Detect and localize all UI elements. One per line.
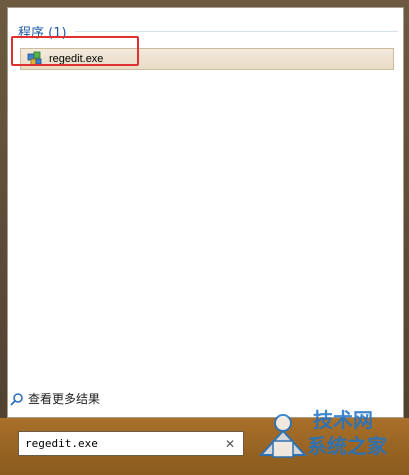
search-icon <box>10 392 23 405</box>
close-icon[interactable]: ✕ <box>221 435 239 453</box>
see-more-results-link[interactable]: 查看更多结果 <box>10 390 100 407</box>
search-results-panel: 程序 (1) regedit.exe <box>7 7 404 418</box>
highlight-annotation <box>11 36 139 66</box>
group-divider <box>74 31 398 32</box>
search-box: ✕ <box>18 431 244 456</box>
start-menu-window: 程序 (1) regedit.exe 查看更多结果 ✕ <box>0 0 409 475</box>
search-bar-area: ✕ <box>0 418 409 475</box>
search-input[interactable] <box>19 433 221 454</box>
see-more-results-label: 查看更多结果 <box>28 392 101 406</box>
